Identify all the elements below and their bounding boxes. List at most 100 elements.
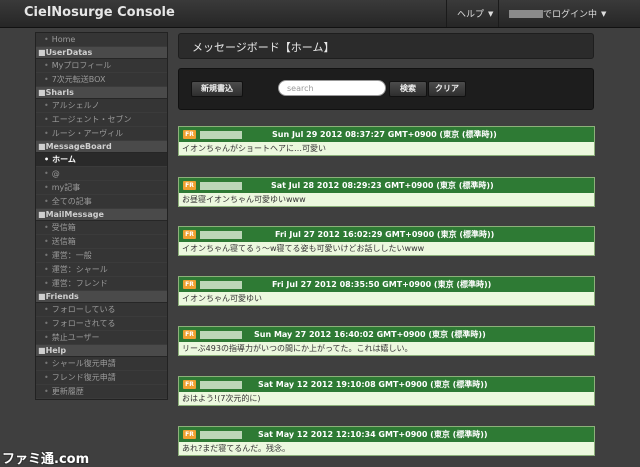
message-item[interactable]: FR Sat May 12 2012 19:10:08 GMT+0900 (東京 … (178, 376, 595, 406)
sidebar-item-label: シャール復元申請 (51, 359, 116, 368)
bullet-icon: • (44, 265, 49, 274)
bullet-icon: • (44, 237, 49, 246)
sidebar-item-label: アルシェルノ (51, 101, 100, 110)
sidebar-item-label: 運営：フレンド (51, 279, 108, 288)
username-redacted (200, 430, 242, 439)
username-redacted (200, 280, 242, 289)
help-menu[interactable]: ヘルプ ▼ (446, 0, 503, 27)
message-text: イオンちゃん可愛ゆい (179, 292, 594, 305)
bullet-icon: • (44, 61, 49, 70)
friend-badge: FR (183, 130, 196, 139)
new-post-button[interactable]: 新規書込 (191, 81, 243, 97)
message-item[interactable]: FR Sat Jul 28 2012 08:29:23 GMT+0900 (東京 … (178, 177, 595, 207)
sidebar-section-label: Friends (45, 292, 79, 301)
message-item[interactable]: FR Fri Jul 27 2012 16:02:29 GMT+0900 (東京 … (178, 226, 595, 256)
message-header: FR Sat May 12 2012 12:10:34 GMT+0900 (東京 … (179, 427, 594, 442)
friend-badge: FR (183, 430, 196, 439)
message-header: FR Sun Jul 29 2012 08:37:27 GMT+0900 (東京 … (179, 127, 594, 142)
sidebar-item-admin-sharl[interactable]: • 運営：シャール (36, 263, 167, 277)
bullet-icon: • (44, 223, 49, 232)
sidebar-item-home[interactable]: • Home (36, 33, 167, 47)
username-redacted (200, 130, 242, 139)
search-input[interactable] (278, 80, 386, 96)
sidebar-item-my-profile[interactable]: • Myプロフィール (36, 59, 167, 73)
username-redacted (200, 230, 242, 239)
sidebar-item-label: 運営：一般 (51, 251, 92, 260)
sidebar-item-sharl-restore[interactable]: • シャール復元申請 (36, 357, 167, 371)
sidebar-item-inbox[interactable]: • 受信箱 (36, 221, 167, 235)
username-redacted (200, 181, 242, 190)
message-date: Sat May 12 2012 12:10:34 GMT+0900 (東京 (標… (258, 430, 488, 439)
sidebar-item-all-posts[interactable]: • 全ての記事 (36, 195, 167, 209)
username-redacted (509, 9, 543, 18)
caret-down-icon: ▼ (488, 9, 494, 18)
sidebar-item-admin-friend[interactable]: • 運営：フレンド (36, 277, 167, 291)
clear-button[interactable]: クリア (428, 81, 466, 97)
message-text: リーぶ493の指導力がいつの間にか上がってた。これは嬉しい。 (179, 342, 594, 355)
sidebar-item-label: 7次元転送BOX (51, 75, 106, 84)
message-item[interactable]: FR Sun Jul 29 2012 08:37:27 GMT+0900 (東京 … (178, 126, 595, 156)
message-date: Sun Jul 29 2012 08:37:27 GMT+0900 (東京 (標… (272, 130, 497, 139)
sidebar-item-my-posts[interactable]: • my記事 (36, 181, 167, 195)
sidebar-item-followers[interactable]: • フォローされてる (36, 317, 167, 331)
message-item[interactable]: FR Sun May 27 2012 16:40:02 GMT+0900 (東京 … (178, 326, 595, 356)
message-text: イオンちゃん寝てるぅ〜w寝てる姿も可愛いけどお話ししたいwww (179, 242, 594, 255)
sidebar-section-label: MailMessage (45, 210, 104, 219)
message-item[interactable]: FR Sat May 12 2012 12:10:34 GMT+0900 (東京 … (178, 426, 595, 456)
user-menu[interactable]: でログイン中 ▼ (498, 0, 616, 27)
sidebar-section-label: MessageBoard (45, 142, 112, 151)
page-title: メッセージボード【ホーム】 (192, 41, 335, 54)
bullet-icon: • (44, 155, 50, 164)
bullet-icon: • (44, 387, 49, 396)
message-text: おはよう!(7次元的に) (179, 392, 594, 405)
message-header: FR Fri Jul 27 2012 08:35:50 GMT+0900 (東京 … (179, 277, 594, 292)
message-header: FR Sun May 27 2012 16:40:02 GMT+0900 (東京 … (179, 327, 594, 342)
top-navbar: CielNosurge Console ヘルプ ▼ でログイン中 ▼ (0, 0, 640, 28)
friend-badge: FR (183, 230, 196, 239)
sidebar-section-label: UserDatas (45, 48, 93, 57)
sidebar-item-label: フォローされてる (51, 319, 116, 328)
sidebar-item-friend-restore[interactable]: • フレンド復元申請 (36, 371, 167, 385)
sidebar-item-label: ホーム (52, 155, 76, 164)
message-header: FR Sat May 12 2012 19:10:08 GMT+0900 (東京 … (179, 377, 594, 392)
username-redacted (200, 380, 242, 389)
bullet-icon: • (44, 35, 49, 44)
sidebar-item-mentions[interactable]: • @ (36, 167, 167, 181)
sidebar-item-sharl-3[interactable]: • ルーシ・アーヴィル (36, 127, 167, 141)
friend-badge: FR (183, 380, 196, 389)
sidebar-item-label: 送信箱 (51, 237, 76, 246)
message-date: Sun May 27 2012 16:40:02 GMT+0900 (東京 (標… (254, 330, 486, 339)
app-title[interactable]: CielNosurge Console (24, 5, 175, 20)
bullet-icon: • (44, 333, 49, 342)
message-date: Sat May 12 2012 19:10:08 GMT+0900 (東京 (標… (258, 380, 488, 389)
sidebar-item-label: エージェント・セブン (51, 115, 132, 124)
login-status-label: でログイン中 (543, 10, 598, 20)
sidebar-item-label: 禁止ユーザー (51, 333, 100, 342)
sidebar-item-label: ルーシ・アーヴィル (51, 129, 124, 138)
sidebar-item-changelog[interactable]: • 更新履歴 (36, 385, 167, 399)
message-header: FR Fri Jul 27 2012 16:02:29 GMT+0900 (東京 … (179, 227, 594, 242)
message-date: Fri Jul 27 2012 08:35:50 GMT+0900 (東京 (標… (272, 280, 492, 289)
message-item[interactable]: FR Fri Jul 27 2012 08:35:50 GMT+0900 (東京 … (178, 276, 595, 306)
sidebar-item-admin-general[interactable]: • 運営：一般 (36, 249, 167, 263)
sidebar-item-following[interactable]: • フォローしている (36, 303, 167, 317)
search-button[interactable]: 検索 (389, 81, 427, 97)
bullet-icon: • (44, 319, 49, 328)
bullet-icon: • (44, 373, 49, 382)
sidebar-item-label: フォローしている (51, 305, 116, 314)
bullet-icon: • (44, 197, 49, 206)
sidebar-item-sharl-1[interactable]: • アルシェルノ (36, 99, 167, 113)
sidebar-item-board-home[interactable]: • ホーム (36, 153, 167, 167)
sidebar-item-blocked-users[interactable]: • 禁止ユーザー (36, 331, 167, 345)
message-date: Fri Jul 27 2012 16:02:29 GMT+0900 (東京 (標… (275, 230, 495, 239)
sidebar-item-outbox[interactable]: • 送信箱 (36, 235, 167, 249)
sidebar-item-label: Home (51, 35, 76, 44)
help-menu-label: ヘルプ (457, 10, 485, 20)
bullet-icon: • (44, 129, 49, 138)
sidebar-item-sharl-2[interactable]: • エージェント・セブン (36, 113, 167, 127)
sidebar-item-transfer-box[interactable]: • 7次元転送BOX (36, 73, 167, 87)
sidebar-section-label: Help (45, 346, 67, 355)
bullet-icon: • (44, 169, 49, 178)
sidebar: • Home ■UserDatas • Myプロフィール • 7次元転送BOX ■Sh… (35, 32, 168, 400)
sidebar-item-label: @ (51, 169, 60, 178)
